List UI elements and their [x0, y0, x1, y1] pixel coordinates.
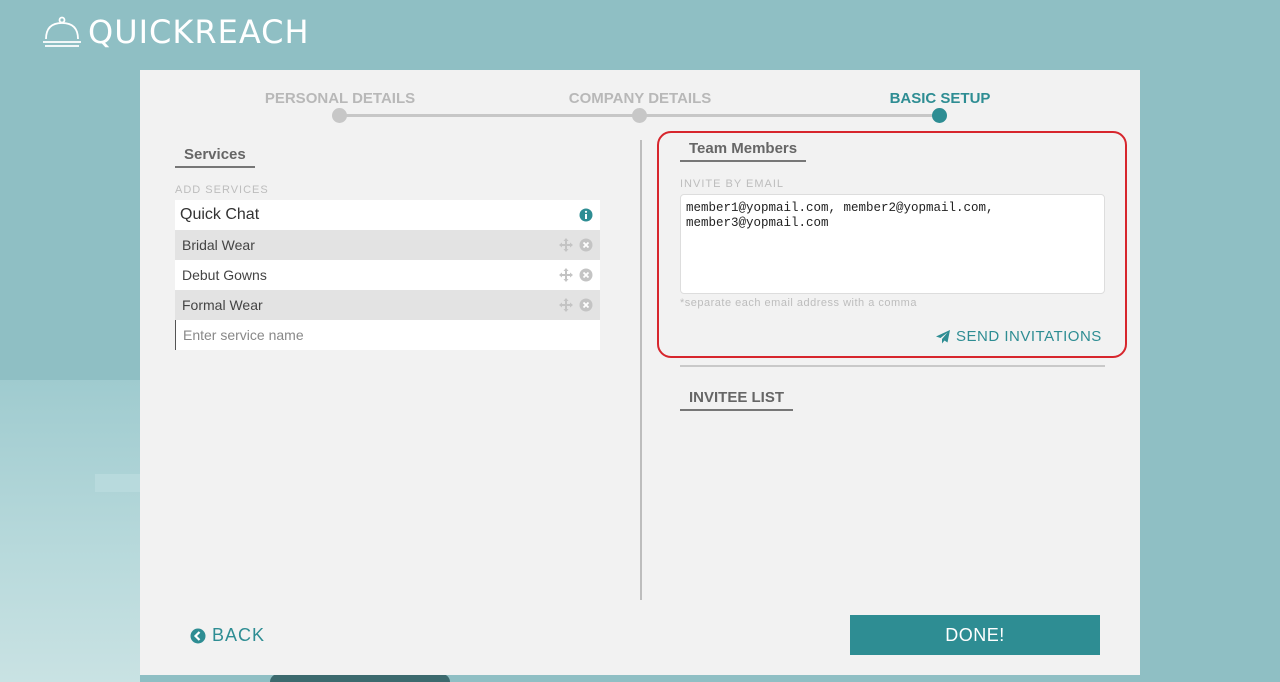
service-header-label: Quick Chat: [180, 206, 260, 223]
background-object: [270, 674, 450, 682]
service-label: Debut Gowns: [182, 267, 267, 283]
progress-steps: PERSONAL DETAILS COMPANY DETAILS BASIC S…: [140, 70, 1140, 130]
add-services-label: ADD SERVICES: [175, 184, 269, 196]
back-button[interactable]: BACK: [190, 625, 265, 646]
service-row: Debut Gowns: [175, 260, 600, 290]
send-invitations-label: SEND INVITATIONS: [956, 328, 1102, 345]
service-label: Formal Wear: [182, 297, 263, 313]
step-dot-basic[interactable]: [932, 108, 947, 123]
service-row: Formal Wear: [175, 290, 600, 320]
info-icon[interactable]: [578, 207, 594, 223]
background-decoration: [0, 380, 140, 682]
back-arrow-icon: [190, 628, 206, 643]
invite-by-email-label: INVITE BY EMAIL: [680, 178, 785, 190]
move-icon[interactable]: [558, 297, 574, 313]
setup-card: PERSONAL DETAILS COMPANY DETAILS BASIC S…: [140, 70, 1140, 675]
back-label: BACK: [212, 625, 266, 645]
step-dot-personal[interactable]: [332, 108, 347, 123]
email-hint: *separate each email address with a comm…: [680, 297, 917, 309]
services-list: Quick Chat Bridal Wear Debut Gowns Forma…: [175, 200, 600, 350]
send-invitations-button[interactable]: SEND INVITATIONS: [935, 328, 1102, 345]
services-title: Services: [175, 146, 255, 168]
remove-icon[interactable]: [578, 237, 594, 253]
service-label: Bridal Wear: [182, 237, 255, 253]
service-row: Bridal Wear: [175, 230, 600, 260]
background-shelf: [95, 474, 140, 492]
remove-icon[interactable]: [578, 297, 594, 313]
column-divider: [640, 140, 642, 600]
team-members-title: Team Members: [680, 140, 807, 162]
paper-plane-icon: [936, 329, 950, 343]
step-personal-details[interactable]: PERSONAL DETAILS: [220, 90, 460, 107]
step-company-details[interactable]: COMPANY DETAILS: [520, 90, 760, 107]
move-icon[interactable]: [558, 237, 574, 253]
logo-text: QUICKREACH: [88, 13, 310, 51]
invitee-list-title: INVITEE LIST: [680, 389, 794, 411]
step-dot-company[interactable]: [632, 108, 647, 123]
move-icon[interactable]: [558, 267, 574, 283]
team-divider: [680, 365, 1105, 367]
step-basic-setup[interactable]: BASIC SETUP: [820, 90, 1060, 107]
invite-email-textarea[interactable]: member1@yopmail.com, member2@yopmail.com…: [680, 194, 1105, 294]
remove-icon[interactable]: [578, 267, 594, 283]
service-name-input[interactable]: Enter service name: [175, 320, 600, 350]
cloche-icon: [43, 16, 81, 47]
done-button[interactable]: DONE!: [850, 615, 1100, 655]
service-header-row: Quick Chat: [175, 200, 600, 230]
app-logo: QUICKREACH: [42, 12, 310, 52]
